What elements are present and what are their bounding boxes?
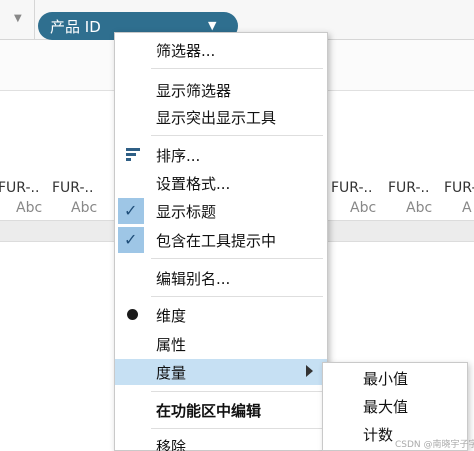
context-menu: 筛选器... 显示筛选器 显示突出显示工具 排序... 设置格式... ✓ 显示… [114, 32, 328, 451]
menu-item-label: 编辑别名... [156, 269, 231, 288]
submenu-item-label: 最小值 [363, 370, 409, 388]
menu-separator [151, 428, 323, 429]
submenu-item-maximum[interactable]: 最大值 [323, 392, 467, 420]
menu-item-label: 包含在工具提示中 [156, 231, 277, 250]
submenu-item-minimum[interactable]: 最小值 [323, 364, 467, 392]
menu-item-include-in-tooltip[interactable]: ✓ 包含在工具提示中 [115, 227, 327, 253]
menu-separator [151, 296, 323, 297]
menu-separator [151, 68, 323, 69]
menu-item-remove[interactable]: 移除 [115, 433, 327, 451]
menu-separator [151, 391, 323, 392]
checkmark-icon: ✓ [124, 230, 138, 249]
menu-item-show-filter[interactable]: 显示筛选器 [115, 77, 327, 103]
menu-separator [151, 258, 323, 259]
menu-item-filter[interactable]: 筛选器... [115, 37, 327, 63]
dropdown-arrow-icon[interactable]: ▼ [14, 13, 22, 24]
menu-item-label: 显示突出显示工具 [156, 108, 277, 127]
chevron-down-icon[interactable]: ▼ [208, 19, 216, 32]
field-pill-label: 产品 ID [50, 17, 101, 36]
submenu-item-label: 计数 [363, 426, 394, 444]
menu-item-show-highlighter[interactable]: 显示突出显示工具 [115, 104, 327, 130]
column-header[interactable]: FUR- [444, 180, 474, 196]
menu-item-label: 维度 [156, 306, 187, 325]
menu-item-label: 属性 [156, 335, 187, 354]
menu-separator [151, 135, 323, 136]
menu-item-attribute[interactable]: 属性 [115, 331, 327, 357]
menu-item-label: 显示标题 [156, 202, 217, 221]
menu-item-label: 显示筛选器 [156, 81, 232, 100]
menu-item-sort[interactable]: 排序... [115, 142, 327, 168]
menu-item-edit-aliases[interactable]: 编辑别名... [115, 265, 327, 291]
column-sub: Abc [16, 200, 43, 216]
menu-item-format[interactable]: 设置格式... [115, 170, 327, 196]
menu-item-label: 排序... [156, 146, 201, 165]
menu-item-dimension[interactable]: 维度 [115, 302, 327, 328]
menu-item-measure[interactable]: 度量 [115, 359, 327, 385]
watermark: CSDN @南晓宇子字 [395, 440, 474, 450]
menu-item-label: 在功能区中编辑 [156, 401, 262, 420]
column-sub: A [462, 200, 472, 216]
column-sub: Abc [71, 200, 98, 216]
menu-item-edit-in-shelf[interactable]: 在功能区中编辑 [115, 397, 327, 423]
submenu-arrow-icon [306, 365, 313, 377]
column-sub: Abc [350, 200, 377, 216]
column-header[interactable]: FUR-.. [388, 180, 429, 196]
sort-icon [126, 148, 142, 162]
menu-item-label: 移除 [156, 437, 187, 451]
menu-item-label: 设置格式... [156, 174, 231, 193]
submenu-item-label: 最大值 [363, 398, 409, 416]
menu-item-show-header[interactable]: ✓ 显示标题 [115, 198, 327, 224]
menu-item-label: 筛选器... [156, 41, 216, 60]
radio-dot-icon [127, 309, 138, 320]
column-header[interactable]: FUR-.. [331, 180, 372, 196]
checkmark-icon: ✓ [124, 201, 138, 220]
column-header[interactable]: FUR-.. [52, 180, 93, 196]
column-header[interactable]: FUR-.. [0, 180, 39, 196]
menu-item-label: 度量 [156, 363, 187, 382]
column-sub: Abc [406, 200, 433, 216]
